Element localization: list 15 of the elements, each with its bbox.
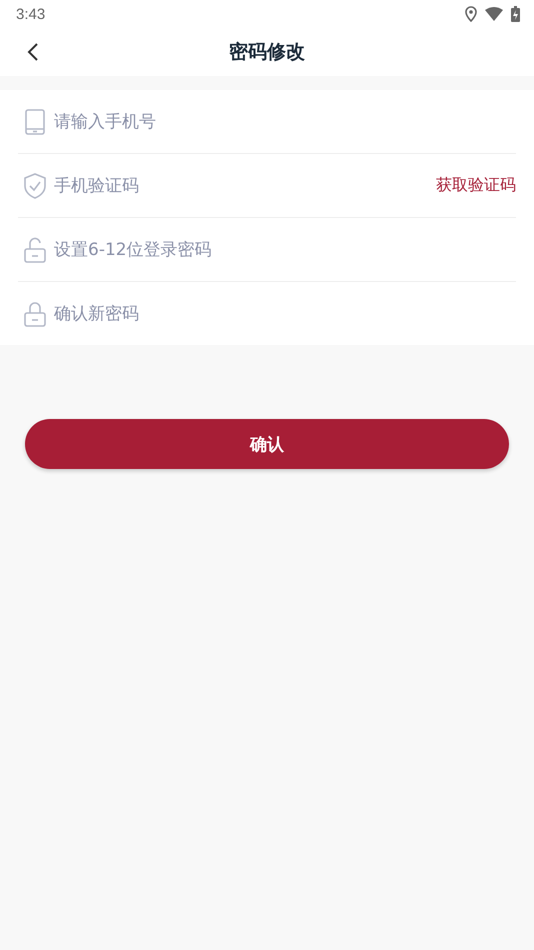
phone-icon <box>24 108 46 134</box>
location-icon <box>465 6 477 22</box>
unlocked-padlock-icon <box>24 236 46 262</box>
input-field[interactable]: 请输入手机号 <box>54 108 516 136</box>
input-field[interactable]: 设置6-12位登录密码 <box>54 236 516 264</box>
input-field[interactable]: 确认新密码 <box>54 300 516 328</box>
status-time: 3:43 <box>16 6 46 22</box>
wifi-icon <box>485 7 503 21</box>
padlock-icon <box>24 300 46 326</box>
battery-icon <box>511 6 520 22</box>
confirm-button[interactable]: 确认 <box>25 419 509 469</box>
shield-check-icon <box>24 172 46 198</box>
get-code-link[interactable]: 获取验证码 <box>436 175 516 196</box>
input-field[interactable]: 手机验证码 <box>54 172 428 200</box>
page-title: 密码修改 <box>229 40 305 65</box>
